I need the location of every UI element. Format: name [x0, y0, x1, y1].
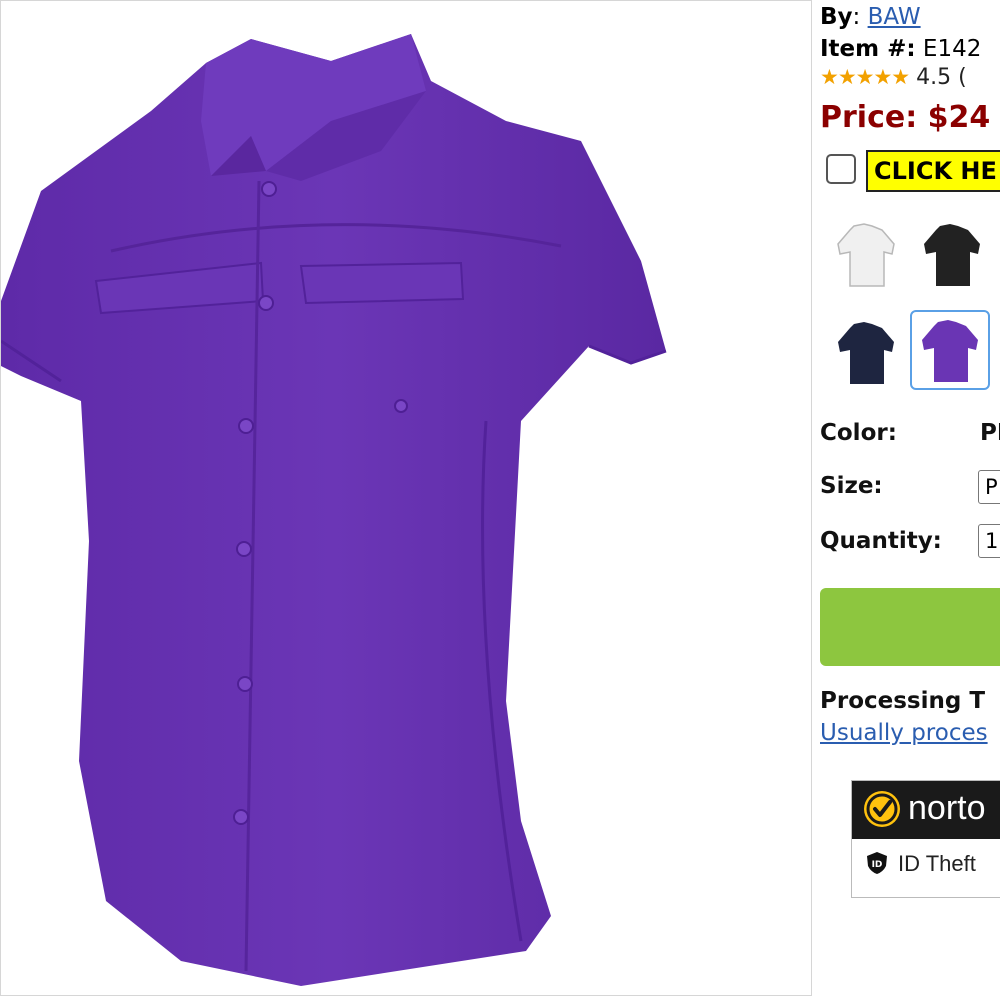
click-here-button[interactable]: CLICK HE: [866, 150, 1000, 192]
shirt-thumbnail-navy-icon: [838, 322, 894, 384]
norton-check-icon: [864, 791, 900, 827]
norton-header: norto: [852, 781, 1000, 839]
swatch-purple[interactable]: [910, 310, 990, 390]
rating-value: 4.5 (: [916, 65, 967, 90]
shirt-thumbnail-purple-icon: [922, 320, 978, 382]
swatch-black[interactable]: [912, 214, 992, 294]
add-to-cart-button[interactable]: [820, 588, 1000, 666]
by-label: By: [820, 4, 853, 30]
id-shield-icon: ID: [867, 852, 887, 874]
swatch-navy[interactable]: [826, 312, 906, 392]
product-info-column: By: BAW Item #: E142 ★★★★★ 4.5 ( Price: …: [820, 0, 1000, 1000]
product-image-panel[interactable]: [0, 0, 812, 996]
purple-shirt-image: [1, 34, 667, 986]
norton-badge[interactable]: norto ID ID Theft: [851, 780, 1000, 898]
norton-name: norto: [908, 789, 986, 827]
processing-title: Processing T: [820, 688, 986, 714]
shirt-thumbnail-white-icon: [837, 223, 895, 287]
processing-link[interactable]: Usually proces: [820, 720, 988, 746]
quantity-label: Quantity:: [820, 528, 942, 554]
star-rating-icon: ★★★★★: [820, 65, 910, 89]
item-number: E142: [922, 36, 982, 62]
click-here-checkbox[interactable]: [826, 154, 856, 184]
color-label: Color:: [820, 420, 897, 446]
rating-line[interactable]: ★★★★★ 4.5 (: [820, 65, 967, 90]
id-theft-text: ID Theft: [898, 851, 976, 876]
color-value: PL: [980, 420, 1000, 446]
quantity-input[interactable]: 1: [978, 524, 1000, 558]
item-label: Item #:: [820, 36, 916, 62]
brand-link[interactable]: BAW: [868, 4, 921, 30]
item-number-line: Item #: E142: [820, 36, 981, 62]
id-theft-line: ID ID Theft: [866, 851, 976, 877]
shirt-thumbnail-black-icon: [924, 224, 980, 286]
swatch-white[interactable]: [826, 214, 906, 294]
size-label: Size:: [820, 473, 883, 499]
size-select[interactable]: P: [978, 470, 1000, 504]
price: Price: $24: [820, 100, 991, 135]
svg-text:ID: ID: [872, 860, 883, 870]
brand-line: By: BAW: [820, 4, 921, 30]
